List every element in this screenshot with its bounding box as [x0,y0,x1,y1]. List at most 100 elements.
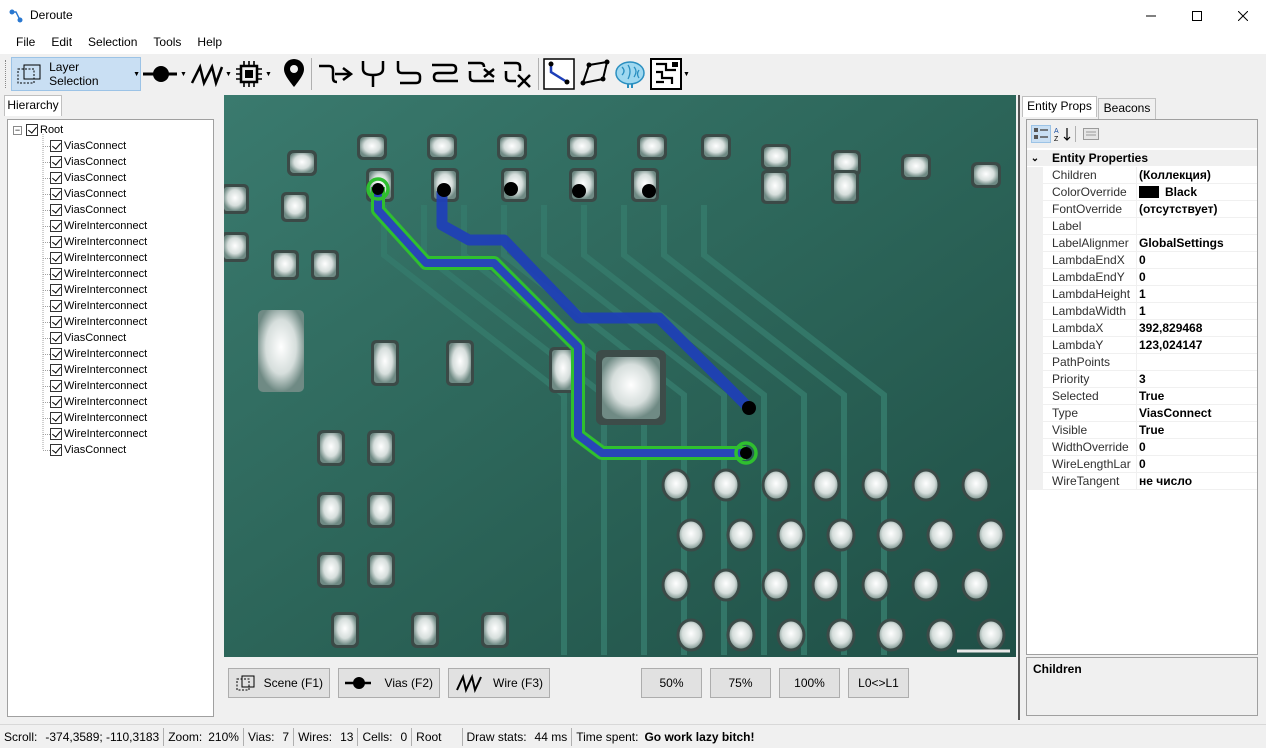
tab-hierarchy[interactable]: Hierarchy [4,95,62,116]
property-row[interactable]: LambdaX 392,829468 [1027,320,1257,337]
route-cut-button[interactable] [466,58,496,90]
property-value[interactable]: True [1139,389,1164,403]
via[interactable] [742,401,756,415]
tree-item[interactable]: WireInterconnect [43,378,147,394]
property-pages-button[interactable] [1081,125,1101,143]
tree-item[interactable]: WireInterconnect [43,346,147,362]
route-delete-button[interactable] [502,58,532,90]
property-row[interactable]: ColorOverride Black [1027,184,1257,201]
property-value[interactable]: 123,024147 [1139,338,1202,352]
menu-selection[interactable]: Selection [80,32,145,54]
panel-splitter[interactable] [1018,95,1020,720]
property-row[interactable]: LambdaHeight 1 [1027,286,1257,303]
zoom-50-button[interactable]: 50% [641,668,702,698]
property-value[interactable]: 0 [1139,253,1146,267]
property-value[interactable]: ViasConnect [1139,406,1211,420]
property-value[interactable]: 0 [1139,440,1146,454]
property-row[interactable]: LambdaEndY 0 [1027,269,1257,286]
close-button[interactable] [1220,0,1266,32]
tree-item[interactable]: ViasConnect [43,442,126,458]
via[interactable] [504,182,518,196]
neural-network-button[interactable] [614,58,646,90]
route-fork-button[interactable] [360,58,386,90]
property-category[interactable]: ⌄ Entity Properties [1027,150,1257,166]
tree-item-checkbox[interactable] [50,380,62,392]
property-value[interactable]: 392,829468 [1139,321,1202,335]
route-single-button[interactable] [317,58,353,90]
property-value[interactable]: 0 [1139,270,1146,284]
tree-item[interactable]: ViasConnect [43,154,126,170]
property-row[interactable]: WidthOverride 0 [1027,439,1257,456]
tree-item-checkbox[interactable] [50,204,62,216]
layer-swap-button[interactable]: L0<>L1 [848,668,909,698]
property-row[interactable]: Visible True [1027,422,1257,439]
tree-item[interactable]: ViasConnect [43,330,126,346]
property-value[interactable]: 0 [1139,457,1146,471]
property-row[interactable]: PathPoints [1027,354,1257,371]
tree-item-checkbox[interactable] [50,220,62,232]
tree-item-checkbox[interactable] [50,236,62,248]
via[interactable] [642,184,656,198]
zoom-100-button[interactable]: 100% [779,668,840,698]
property-row[interactable]: Priority 3 [1027,371,1257,388]
route-double-button[interactable] [430,58,460,90]
via[interactable] [572,184,586,198]
property-row[interactable]: WireTangent не число [1027,473,1257,490]
tab-entity-props[interactable]: Entity Props [1022,96,1097,117]
property-value[interactable]: 3 [1139,372,1146,386]
tree-item-checkbox[interactable] [50,268,62,280]
property-row[interactable]: FontOverride (отсутствует) [1027,201,1257,218]
tree-item-checkbox[interactable] [50,284,62,296]
via[interactable] [372,183,384,195]
vias-tool-button[interactable]: ▼ [143,58,187,90]
property-grid[interactable]: A Z ⌄ Entity Properties Children (Коллекц… [1026,119,1258,655]
tree-item[interactable]: ViasConnect [43,170,126,186]
pcb-canvas[interactable] [224,95,1016,657]
tree-item-checkbox[interactable] [50,316,62,328]
tree-item-checkbox[interactable] [50,140,62,152]
property-value[interactable]: 1 [1139,287,1146,301]
tree-item[interactable]: WireInterconnect [43,250,147,266]
menu-help[interactable]: Help [189,32,230,54]
via[interactable] [437,183,451,197]
hierarchy-tree[interactable]: − Root ViasConnect ViasConnect ViasConnect… [7,119,214,717]
property-value[interactable]: GlobalSettings [1139,236,1224,250]
menu-edit[interactable]: Edit [43,32,80,54]
layer-link-button[interactable] [543,58,575,90]
property-row[interactable]: Children (Коллекция) [1027,167,1257,184]
polygon-button[interactable] [579,58,611,90]
property-row[interactable]: LambdaY 123,024147 [1027,337,1257,354]
property-value[interactable]: 1 [1139,304,1146,318]
menu-tools[interactable]: Tools [145,32,189,54]
property-row[interactable]: LambdaEndX 0 [1027,252,1257,269]
property-value[interactable]: (отсутствует) [1139,202,1218,216]
property-row[interactable]: LambdaWidth 1 [1027,303,1257,320]
menu-file[interactable]: File [8,32,43,54]
cell-tool-button[interactable]: ▼ [234,58,272,90]
scene-button[interactable]: Scene (F1) [228,668,330,698]
tree-item[interactable]: WireInterconnect [43,394,147,410]
via[interactable] [740,447,752,459]
zoom-75-button[interactable]: 75% [710,668,771,698]
tree-item[interactable]: WireInterconnect [43,218,147,234]
wire-tool-button[interactable]: ▼ [190,58,232,90]
tree-item-checkbox[interactable] [50,252,62,264]
property-row[interactable]: WireLengthLar 0 [1027,456,1257,473]
tree-item-checkbox[interactable] [50,364,62,376]
tree-item[interactable]: WireInterconnect [43,298,147,314]
tree-item[interactable]: WireInterconnect [43,410,147,426]
tree-item[interactable]: ViasConnect [43,186,126,202]
tree-item[interactable]: WireInterconnect [43,362,147,378]
beacon-tool-button[interactable] [282,58,306,90]
tree-item-checkbox[interactable] [50,428,62,440]
alphabetical-button[interactable]: A Z [1053,125,1073,143]
tree-item-checkbox[interactable] [50,188,62,200]
property-value-color[interactable]: Black [1139,185,1197,199]
minimize-button[interactable] [1128,0,1174,32]
tree-item-checkbox[interactable] [50,332,62,344]
property-row[interactable]: Label [1027,218,1257,235]
route-bend-button[interactable] [394,58,424,90]
property-value[interactable]: True [1139,423,1164,437]
tree-item[interactable]: WireInterconnect [43,266,147,282]
tree-item-checkbox[interactable] [50,156,62,168]
